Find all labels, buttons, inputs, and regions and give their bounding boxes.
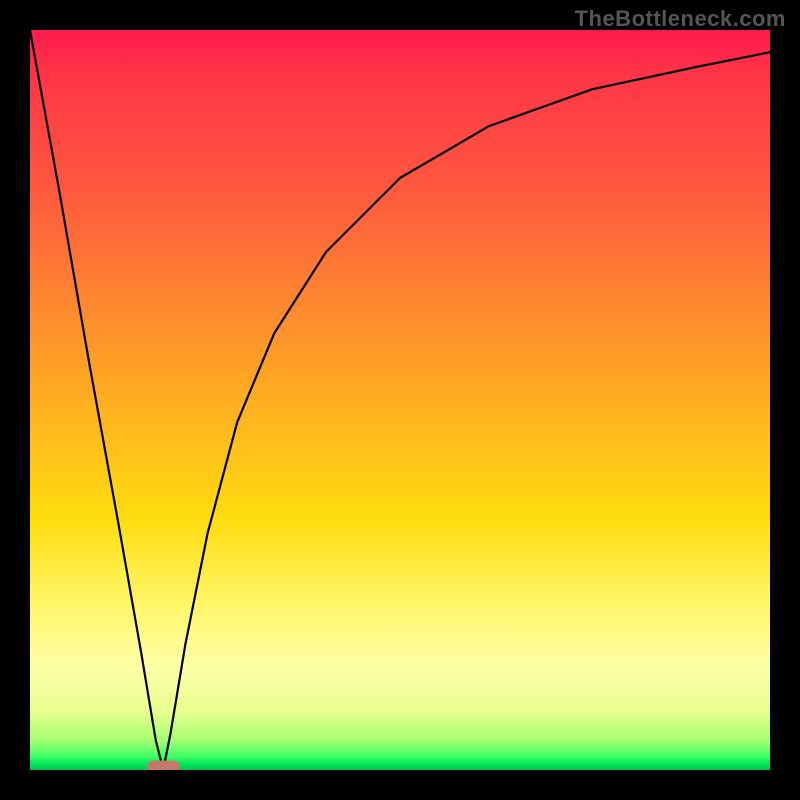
- optimal-marker: [147, 761, 179, 770]
- bottleneck-curve: [30, 30, 770, 770]
- curve-layer: [30, 30, 770, 770]
- plot-area: [30, 30, 770, 770]
- watermark-label: TheBottleneck.com: [575, 6, 786, 32]
- chart-root: TheBottleneck.com: [0, 0, 800, 800]
